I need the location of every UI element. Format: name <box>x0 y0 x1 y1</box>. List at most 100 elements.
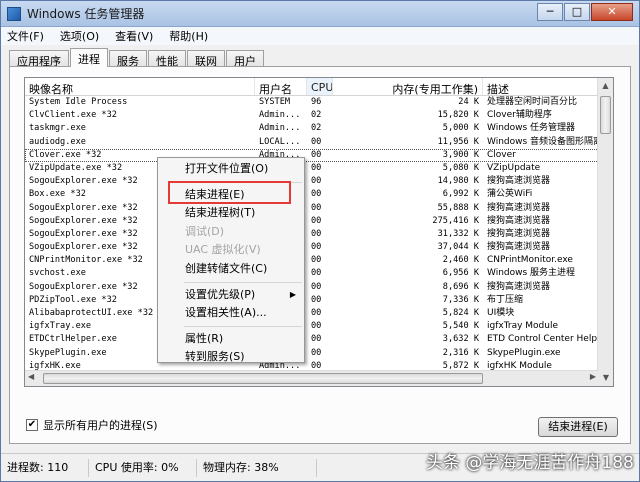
scroll-left-icon[interactable]: ◀ <box>28 372 34 381</box>
cell-cpu: 00 <box>311 242 322 253</box>
cell-memory: 5,080 K <box>442 162 479 173</box>
context-menu-item-label: 打开文件位置(O) <box>185 162 269 175</box>
table-row[interactable]: VZipUpdate.exe *32 00 5,080 K VZipUpdate <box>25 162 613 175</box>
table-row[interactable]: AlibabaprotectUI.exe *32 00 5,824 K UI模块 <box>25 307 613 320</box>
tab-services[interactable]: 服务 <box>109 50 147 68</box>
table-row[interactable]: svchost.exe 00 6,956 K Windows 服务主进程 <box>25 267 613 280</box>
show-all-users-option[interactable]: ✔ 显示所有用户的进程(S) <box>26 417 158 433</box>
cell-memory: 14,980 K <box>437 176 479 187</box>
col-description[interactable]: 描述 <box>483 78 613 95</box>
table-row[interactable]: Clover.exe *32 Admin... 00 3,900 K Clover <box>25 148 613 162</box>
menu-view[interactable]: 查看(V) <box>115 28 153 44</box>
cell-description: 搜狗高速浏览器 <box>487 215 551 226</box>
cell-memory: 6,956 K <box>442 268 479 279</box>
table-row[interactable]: SogouExplorer.exe *32 00 55,888 K 搜狗高速浏览器 <box>25 202 613 215</box>
tab-users[interactable]: 用户 <box>226 50 264 68</box>
tab-performance[interactable]: 性能 <box>148 50 186 68</box>
table-row[interactable]: CNPrintMonitor.exe *32 00 2,460 K CNPrintMo… <box>25 254 613 267</box>
context-menu-item: UAC 虚拟化(V) <box>158 241 304 260</box>
task-manager-window: Windows 任务管理器 ─ □ ✕ 文件(F) 选项(O) 查看(V) 帮助… <box>0 0 640 482</box>
cell-description: Windows 任务管理器 <box>487 123 576 134</box>
menu-separator <box>184 325 302 327</box>
cell-description: Clover辅助程序 <box>487 110 552 121</box>
cell-cpu: 00 <box>311 189 322 200</box>
vertical-scrollbar[interactable]: ▲ ▼ <box>597 78 613 386</box>
menu-bar: 文件(F) 选项(O) 查看(V) 帮助(H) <box>1 27 639 45</box>
close-button[interactable]: ✕ <box>591 3 633 21</box>
cell-description: 蒲公英WiFi <box>487 189 533 200</box>
table-row[interactable]: SogouExplorer.exe *32 00 14,980 K 搜狗高速浏览器 <box>25 175 613 188</box>
cell-description: 搜狗高速浏览器 <box>487 202 551 213</box>
table-row[interactable]: SogouExplorer.exe *32 00 31,332 K 搜狗高速浏览器 <box>25 228 613 241</box>
col-memory[interactable]: 内存(专用工作集) <box>333 78 483 95</box>
cell-description: UI模块 <box>487 308 515 318</box>
cell-cpu: 00 <box>311 215 322 226</box>
scroll-right-icon[interactable]: ▶ <box>590 372 596 381</box>
table-row[interactable]: Box.exe *32 00 6,992 K 蒲公英WiFi <box>25 188 613 201</box>
context-menu-item[interactable]: 转到服务(S) <box>158 348 304 367</box>
cell-description: 搜狗高速浏览器 <box>487 176 551 187</box>
cell-description: Clover <box>487 149 516 160</box>
context-menu-item[interactable]: 设置优先级(P) ▶ <box>158 286 304 305</box>
checkmark-icon[interactable]: ✔ <box>26 419 38 431</box>
cell-cpu: 00 <box>311 202 322 213</box>
tab-networking[interactable]: 联网 <box>187 50 225 68</box>
maximize-button[interactable]: □ <box>564 3 590 21</box>
window-controls: ─ □ ✕ <box>536 3 633 21</box>
process-list[interactable]: 映像名称 用户名 CPU 内存(专用工作集) 描述 System Idle Pr… <box>24 77 614 387</box>
context-menu-item-label: 调试(D) <box>185 224 225 238</box>
menu-help[interactable]: 帮助(H) <box>169 28 208 44</box>
context-menu-item-label: 设置优先级(P) <box>185 287 256 301</box>
triangle-right-icon: ▶ <box>289 289 296 299</box>
scroll-down-icon[interactable]: ▼ <box>598 370 613 386</box>
col-cpu[interactable]: CPU <box>307 78 333 95</box>
cell-memory: 5,000 K <box>442 123 479 134</box>
tab-processes[interactable]: 进程 <box>70 48 108 67</box>
h-scroll-thumb[interactable] <box>43 373 483 384</box>
table-row[interactable]: taskmgr.exe Admin... 02 5,000 K Windows 任务管理… <box>25 122 613 135</box>
cell-user-name: Admin... <box>259 123 301 134</box>
title-bar[interactable]: Windows 任务管理器 ─ □ ✕ <box>1 1 639 27</box>
process-rows: System Idle Process SYSTEM 96 24 K 处理器空闲时间百分… <box>25 96 613 386</box>
horizontal-scrollbar[interactable]: ◀ ▶ <box>25 370 599 386</box>
context-menu-item-label: 创建转储文件(C) <box>185 261 268 275</box>
table-row[interactable]: igfxTray.exe 00 5,540 KigfxTray Module <box>25 320 613 333</box>
col-image-name[interactable]: 映像名称 <box>25 78 255 95</box>
table-row[interactable]: SkypePlugin.exe 00 2,316 K SkypePlugin.exe <box>25 347 613 360</box>
table-row[interactable]: ClvClient.exe *32 Admin... 02 15,820 K Clove… <box>25 109 613 122</box>
cell-memory: 2,460 K <box>442 255 479 266</box>
cell-description: CNPrintMonitor.exe <box>487 255 573 266</box>
context-menu-item[interactable]: 结束进程树(T) <box>158 204 304 223</box>
scroll-thumb[interactable] <box>600 96 611 134</box>
cell-image-name: taskmgr.exe <box>29 123 86 134</box>
cell-cpu: 00 <box>311 136 322 147</box>
scroll-up-icon[interactable]: ▲ <box>598 78 613 94</box>
table-row[interactable]: System Idle Process SYSTEM 96 24 K 处理器空闲时间百分… <box>25 96 613 109</box>
cell-memory: 37,044 K <box>437 242 479 253</box>
cell-memory: 6,992 K <box>442 189 479 200</box>
context-menu-item[interactable]: 属性(R) <box>158 330 304 349</box>
window-title: Windows 任务管理器 <box>27 7 145 21</box>
col-user-name[interactable]: 用户名 <box>255 78 307 95</box>
cell-cpu: 00 <box>311 294 322 305</box>
table-row[interactable]: PDZipTool.exe *32 00 7,336 K 布丁压缩 <box>25 294 613 307</box>
cell-memory: 275,416 K <box>432 215 479 226</box>
cell-memory: 15,820 K <box>437 110 479 121</box>
table-row[interactable]: audiodg.exe LOCAL... 00 11,956 K Windows 音频设… <box>25 136 613 149</box>
table-row[interactable]: SogouExplorer.exe *32 00 37,044 K 搜狗高速浏览器 <box>25 241 613 254</box>
cell-cpu: 00 <box>311 228 322 239</box>
context-menu-item[interactable]: 设置相关性(A)... <box>158 304 304 323</box>
show-all-users-label: 显示所有用户的进程(S) <box>43 419 158 432</box>
table-row[interactable]: ETDCtrlHelper.exe 00 3,632 K ETD Control Ce… <box>25 333 613 346</box>
menu-file[interactable]: 文件(F) <box>7 28 44 44</box>
table-row[interactable]: SogouExplorer.exe *32 00 275,416 K 搜狗高速浏览器 <box>25 215 613 228</box>
table-row[interactable]: SogouExplorer.exe *32 00 8,696 K 搜狗高速浏览器 <box>25 281 613 294</box>
tab-applications[interactable]: 应用程序 <box>9 50 69 68</box>
cell-cpu: 00 <box>311 334 322 345</box>
menu-options[interactable]: 选项(O) <box>60 28 99 44</box>
context-menu-item-label: 设置相关性(A)... <box>185 306 267 320</box>
context-menu-item[interactable]: 打开文件位置(O) <box>158 160 304 179</box>
minimize-button[interactable]: ─ <box>537 3 563 21</box>
context-menu-item[interactable]: 创建转储文件(C) <box>158 260 304 279</box>
end-process-button[interactable]: 结束进程(E) <box>538 417 618 437</box>
